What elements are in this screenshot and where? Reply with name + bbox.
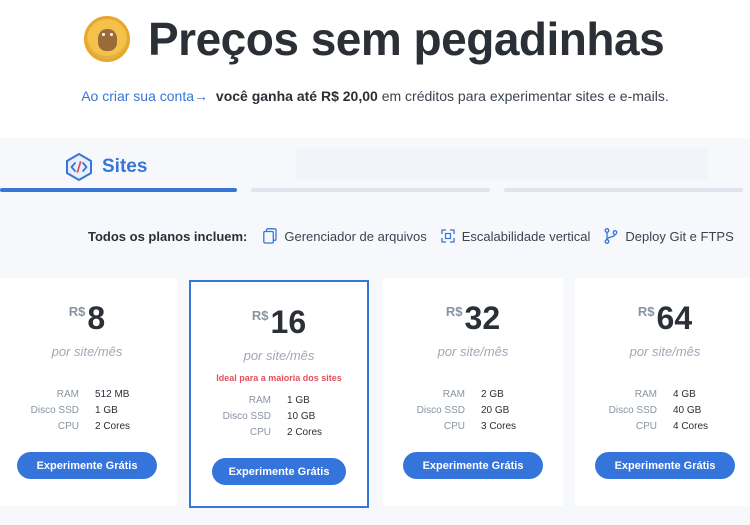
tab-underline[interactable] (504, 188, 743, 192)
spec-value: 10 GB (287, 411, 316, 422)
feature-file-manager: Gerenciador de arquivos (263, 228, 427, 244)
spec-value: 3 Cores (481, 421, 517, 432)
spec-value: 1 GB (95, 405, 118, 416)
spec-label: CPU (57, 421, 79, 432)
currency-symbol: R$ (68, 304, 86, 319)
feature-label: Gerenciador de arquivos (284, 228, 427, 244)
spec-value: 1 GB (287, 395, 310, 406)
feature-scaling: Escalabilidade vertical (441, 228, 591, 244)
price-amount: 64 (656, 300, 693, 336)
spec-value: 2 GB (481, 389, 504, 400)
subtitle: Ao criar sua conta→ você ganha até R$ 20… (0, 88, 750, 104)
price-period: por site/mês (437, 344, 509, 359)
git-branch-icon (604, 228, 618, 244)
plan-specs: RAM 1 GB Disco SSD 10 GB CPU 2 Cores (191, 394, 367, 439)
plan-specs: RAM 2 GB Disco SSD 20 GB CPU 3 Cores (383, 388, 563, 433)
spec-label: Disco SSD (608, 405, 657, 416)
spec-label: Disco SSD (222, 411, 271, 422)
pricing-cards: R$ 8 por site/mês RAM 512 MB Disco SSD 1 G… (0, 278, 750, 508)
spec-value: 4 Cores (673, 421, 709, 432)
spec-label: CPU (443, 421, 465, 432)
tab-placeholder (296, 148, 708, 180)
credit-amount-text: você ganha até R$ 20,00 (215, 88, 378, 104)
price-amount: 8 (87, 300, 106, 336)
price-amount: 16 (270, 304, 307, 340)
plan-specs: RAM 4 GB Disco SSD 40 GB CPU 4 Cores (575, 388, 750, 433)
hero-header: Preços sem pegadinhas Ao criar sua conta… (0, 0, 750, 120)
tab-underline[interactable] (251, 188, 490, 192)
spec-label: CPU (249, 427, 271, 438)
plan-price: R$ 64 (575, 300, 750, 336)
price-period: por site/mês (51, 344, 123, 359)
subtitle-rest-text: em créditos para experimentar sites e e-… (381, 88, 669, 104)
spec-value: 4 GB (673, 389, 696, 400)
spec-label: CPU (635, 421, 657, 432)
product-tabs: Sites (0, 138, 750, 194)
code-icon (66, 152, 92, 182)
included-features-label: Todos os planos incluem: (88, 228, 248, 244)
price-period: por site/mês (243, 348, 315, 363)
spec-label: Disco SSD (416, 405, 465, 416)
tab-sites-label: Sites (102, 156, 148, 177)
feature-git-deploy: Deploy Git e FTPS (604, 228, 734, 244)
tab-sites[interactable]: Sites (64, 152, 147, 182)
plan-price: R$ 16 (191, 304, 367, 340)
spec-label: RAM (56, 389, 79, 400)
price-amount: 32 (464, 300, 501, 336)
try-free-button[interactable]: Experimente Grátis (212, 458, 346, 485)
currency-symbol: R$ (637, 304, 655, 319)
spec-value: 20 GB (481, 405, 510, 416)
plan-specs: RAM 512 MB Disco SSD 1 GB CPU 2 Cores (0, 388, 177, 433)
tab-underline-active (0, 188, 237, 192)
currency-symbol: R$ (445, 304, 463, 319)
pricing-panel: Sites Todos os planos incluem: Gerenciad… (0, 138, 750, 525)
create-account-link[interactable]: Ao criar sua conta (81, 88, 194, 104)
plan-price: R$ 8 (0, 300, 177, 336)
plan-price: R$ 32 (383, 300, 563, 336)
recommended-badge: Ideal para a maioria dos sites (216, 373, 342, 383)
spec-label: RAM (248, 395, 271, 406)
page-title: Preços sem pegadinhas (148, 13, 665, 65)
files-icon (263, 228, 278, 244)
spec-value: 512 MB (95, 389, 130, 400)
feature-label: Escalabilidade vertical (461, 228, 591, 244)
arrow-right-icon: → (194, 88, 209, 104)
included-features: Todos os planos incluem: Gerenciador de … (88, 228, 748, 244)
spec-label: RAM (442, 389, 465, 400)
try-free-button[interactable]: Experimente Grátis (17, 452, 157, 479)
spec-label: Disco SSD (30, 405, 79, 416)
plan-card: R$ 8 por site/mês RAM 512 MB Disco SSD 1 G… (0, 278, 177, 506)
try-free-button[interactable]: Experimente Grátis (595, 452, 735, 479)
plan-card: R$ 64 por site/mês RAM 4 GB Disco SSD 40 G… (575, 278, 750, 506)
price-period: por site/mês (629, 344, 701, 359)
currency-symbol: R$ (251, 308, 269, 323)
spec-label: RAM (634, 389, 657, 400)
plan-card-featured: R$ 16 por site/mês Ideal para a maioria … (189, 280, 369, 508)
title-row: Preços sem pegadinhas (84, 8, 665, 70)
feature-label: Deploy Git e FTPS (625, 228, 734, 244)
plan-card: R$ 32 por site/mês RAM 2 GB Disco SSD 20 G… (383, 278, 563, 506)
spec-value: 2 Cores (287, 427, 323, 438)
scale-icon (441, 229, 455, 243)
spec-value: 40 GB (673, 405, 702, 416)
coin-mascot-icon (84, 16, 130, 62)
spec-value: 2 Cores (95, 421, 131, 432)
try-free-button[interactable]: Experimente Grátis (403, 452, 543, 479)
